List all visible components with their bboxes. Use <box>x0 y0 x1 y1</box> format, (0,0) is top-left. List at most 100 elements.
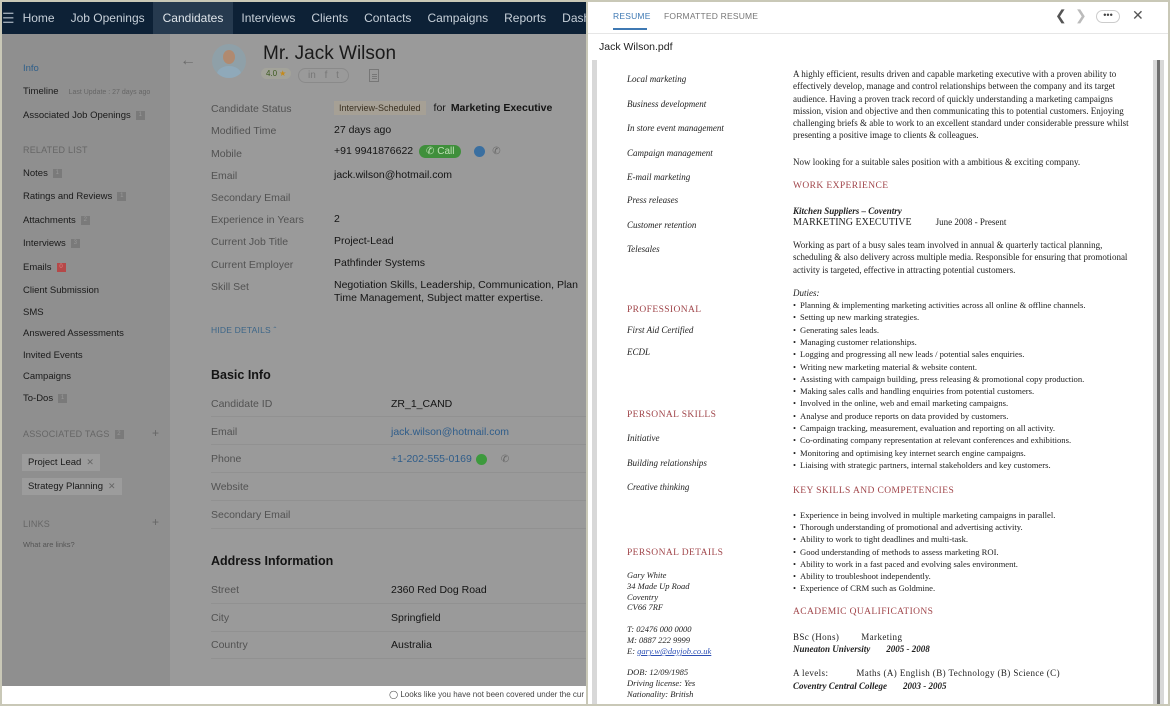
links-heading: LINKS <box>23 519 51 529</box>
record-sidebar: Info Timeline Last Update : 27 days ago A… <box>2 34 170 686</box>
facebook-icon[interactable]: f <box>325 70 328 81</box>
sidebar-item-todos[interactable]: To-Dos 1 <box>23 393 68 404</box>
phone-icon[interactable]: ✆ <box>501 454 509 465</box>
employer-value: Pathfinder Systems <box>334 257 426 269</box>
file-name: Jack Wilson.pdf <box>599 41 673 53</box>
chevron-right-icon[interactable]: ❯ <box>1075 7 1087 24</box>
chevron-left-icon[interactable]: ❮ <box>1055 7 1067 24</box>
alevels-label: A levels: <box>793 668 829 678</box>
email-value[interactable]: jack.wilson@hotmail.com <box>334 169 452 181</box>
divider <box>211 528 586 529</box>
field-label: Country <box>211 639 248 651</box>
skill-item: Business development <box>627 99 707 109</box>
field-label: Secondary Email <box>211 192 291 204</box>
nav-job-openings[interactable]: Job Openings <box>63 2 153 34</box>
scrollbar[interactable] <box>1157 60 1160 704</box>
skill-set-line: Negotiation Skills, Leadership, Communic… <box>334 279 578 291</box>
sidebar-item-attachments[interactable]: Attachments 2 <box>23 215 90 226</box>
remove-tag-icon[interactable]: ✕ <box>108 481 116 491</box>
job-line: MARKETING EXECUTIVE June 2008 - Present <box>793 217 1006 228</box>
nav-candidates[interactable]: Candidates <box>152 2 234 34</box>
bullet-item: Good understanding of methods to assess … <box>793 547 999 557</box>
more-options-button[interactable]: ••• <box>1096 10 1120 23</box>
nav-home[interactable]: Home <box>15 2 63 34</box>
sidebar-item-ratings-reviews[interactable]: Ratings and Reviews 1 <box>23 191 127 202</box>
bullet-item: Making sales calls and handling enquirie… <box>793 386 1034 396</box>
sidebar-item-client-submission[interactable]: Client Submission <box>23 285 99 296</box>
summary-paragraph: A highly efficient, results driven and c… <box>793 69 1129 141</box>
sidebar-item-answered-assessments[interactable]: Answered Assessments <box>23 328 124 339</box>
pdf-viewer: Local marketing Business development In … <box>592 60 1164 704</box>
college-dates: 2003 - 2005 <box>903 681 947 691</box>
notice-bar: ◯ Looks like you have not been covered u… <box>2 686 586 704</box>
objective-text: Now looking for a suitable sales positio… <box>793 157 1081 167</box>
bullet-item: Campaign tracking, measurement, evaluati… <box>793 423 1055 433</box>
field-label: Street <box>211 584 240 596</box>
sidebar-item-notes[interactable]: Notes 1 <box>23 168 62 179</box>
divider <box>211 444 586 445</box>
remove-tag-icon[interactable]: ✕ <box>86 457 94 467</box>
whatsapp-icon[interactable] <box>475 453 487 465</box>
field-label: Modified Time <box>211 125 277 137</box>
add-tag-icon[interactable]: + <box>152 426 159 440</box>
status-badge[interactable]: Interview-Scheduled <box>334 101 426 115</box>
rating-badge[interactable]: 4.0 ★ <box>261 68 292 79</box>
document-icon[interactable] <box>369 69 379 82</box>
nav-dashboards[interactable]: Dashbo <box>554 2 586 34</box>
bullet-item: Liaising with strategic partners, intern… <box>793 460 1051 470</box>
bullet-item: Writing new marketing material & website… <box>793 362 977 372</box>
sidebar-item-sms[interactable]: SMS <box>23 307 44 318</box>
nav-interviews[interactable]: Interviews <box>233 2 303 34</box>
field-label: Phone <box>211 453 242 465</box>
count-badge: 2 <box>80 215 90 225</box>
field-label: Website <box>211 481 249 493</box>
personal-skill-item: Initiative <box>627 433 660 443</box>
sidebar-item-emails[interactable]: Emails 0 <box>23 262 66 273</box>
candidate-detail: ← Mr. Jack Wilson 4.0 ★ in f t Candidate … <box>170 34 586 686</box>
sidebar-item-campaigns[interactable]: Campaigns <box>23 371 71 382</box>
sidebar-item-associated-job-openings[interactable]: Associated Job Openings 1 <box>23 110 145 121</box>
nav-reports[interactable]: Reports <box>496 2 554 34</box>
tag-chip: Strategy Planning ✕ <box>22 478 122 495</box>
sidebar-item-interviews[interactable]: Interviews 3 <box>23 238 80 249</box>
count-badge: 1 <box>117 191 127 201</box>
twitter-icon[interactable]: t <box>336 70 339 81</box>
call-button[interactable]: ✆ Call <box>419 145 462 158</box>
university-line: Nuneaton University 2005 - 2008 <box>793 644 930 654</box>
chat-icon[interactable] <box>474 145 486 157</box>
tab-resume[interactable]: RESUME <box>613 11 651 21</box>
sidebar-item-timeline[interactable]: Timeline Last Update : 27 days ago <box>23 86 150 97</box>
sidebar-item-invited-events[interactable]: Invited Events <box>23 350 83 361</box>
candidate-name: Mr. Jack Wilson <box>263 43 397 64</box>
email-link[interactable]: jack.wilson@hotmail.com <box>391 426 509 438</box>
personal-skill-item: Building relationships <box>627 458 707 468</box>
sidebar-item-label: Associated Job Openings <box>23 110 131 121</box>
resume-email-link[interactable]: gary.w@dayjob.co.uk <box>637 646 711 656</box>
tab-formatted-resume[interactable]: FORMATTED RESUME <box>664 11 758 21</box>
mobile-number[interactable]: +91 9941876622 <box>334 145 413 157</box>
job-opening-link[interactable]: Marketing Executive <box>451 102 553 114</box>
nav-campaigns[interactable]: Campaigns <box>419 2 496 34</box>
professional-heading: PROFESSIONAL <box>627 305 702 315</box>
what-are-links-link[interactable]: What are links? <box>23 540 75 549</box>
rating-value: 4.0 <box>266 69 278 78</box>
linkedin-icon[interactable]: in <box>308 70 316 81</box>
add-link-icon[interactable]: + <box>152 515 159 529</box>
bullet-item: Assisting with campaign building, press … <box>793 374 1084 384</box>
field-label: City <box>211 612 230 624</box>
tag-chip: Project Lead ✕ <box>22 454 100 471</box>
hide-details-toggle[interactable]: HIDE DETAILS ˆ <box>211 325 276 335</box>
hamburger-icon[interactable]: ☰ <box>2 10 15 27</box>
job-description: Working as part of a busy sales team inv… <box>793 240 1128 275</box>
back-arrow-icon[interactable]: ← <box>180 52 196 70</box>
field-label: Current Employer <box>211 259 294 271</box>
phone-icon[interactable]: ✆ <box>492 146 500 157</box>
nav-clients[interactable]: Clients <box>303 2 356 34</box>
sidebar-item-info[interactable]: Info <box>23 63 39 74</box>
top-navigation: ☰ Home Job Openings Candidates Interview… <box>2 2 586 34</box>
street-value: 2360 Red Dog Road <box>391 584 487 596</box>
phone-link[interactable]: +1-202-555-0169 <box>391 453 472 465</box>
college-line: Coventry Central College 2003 - 2005 <box>793 681 947 691</box>
nav-contacts[interactable]: Contacts <box>356 2 419 34</box>
close-icon[interactable]: ✕ <box>1132 7 1144 24</box>
